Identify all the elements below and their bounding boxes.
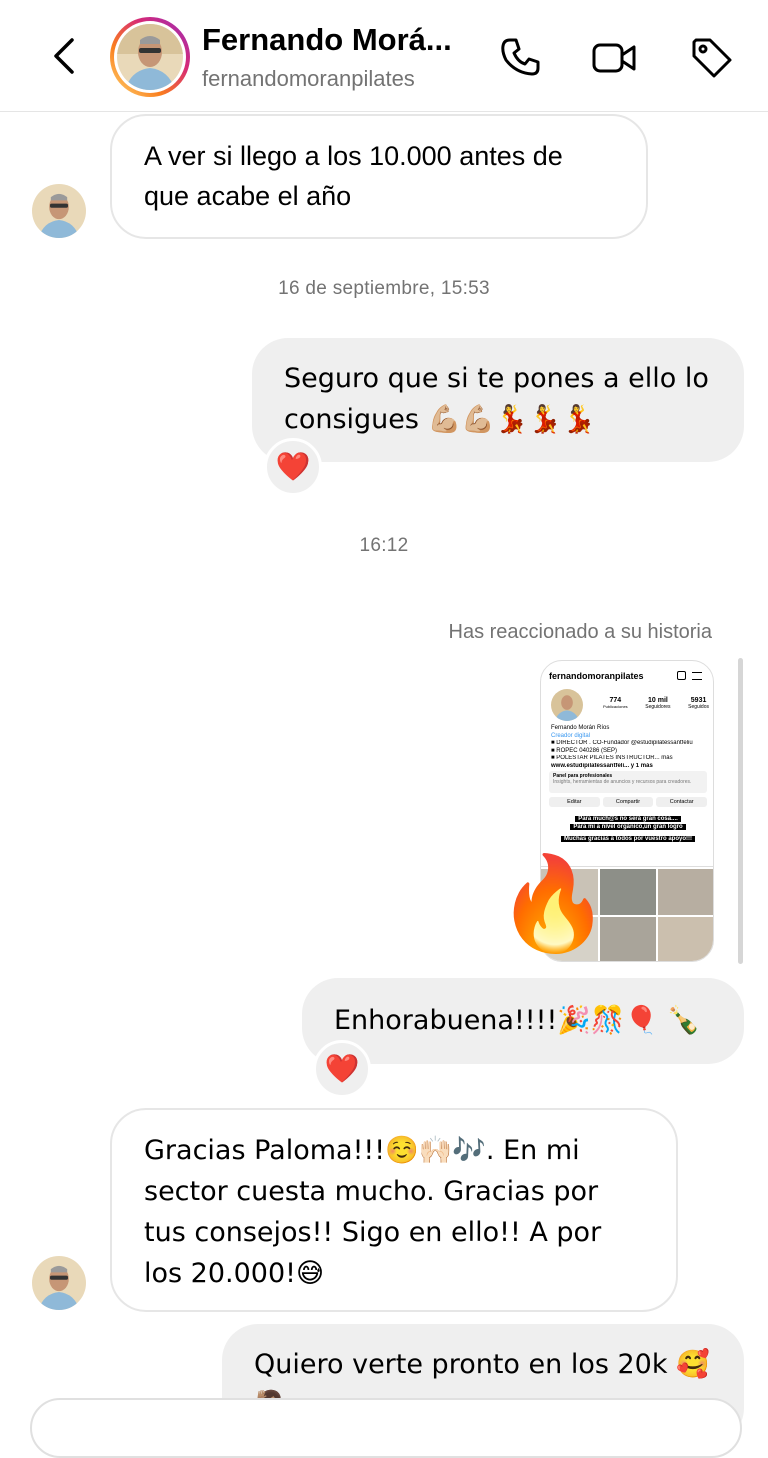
incoming-message[interactable]: A ver si llego a los 10.000 antes de que… [110, 114, 648, 239]
heart-reaction[interactable]: ❤️ [313, 1040, 371, 1098]
story-bio-line: ■ POLESTAR PILATES INSTRUCTOR... más [551, 755, 673, 761]
stat-following-label: Seguidos [688, 704, 709, 710]
edit-profile-button: Editar [549, 797, 600, 807]
fire-reaction: 🔥 [496, 853, 611, 955]
stat-following: 5931 [690, 697, 707, 704]
stat-posts: 774 [609, 697, 622, 704]
contact-button: Contactar [656, 797, 708, 807]
story-bio-line: ■ ROPEC 040286 (SEP) [551, 747, 617, 754]
chat-header: Fernando Morá... fernandomoranpilates [0, 0, 768, 112]
caption-line: Muchas gracias a todos por vuestro apoyo… [560, 836, 696, 842]
story-username: fernandomoranpilates [549, 671, 644, 681]
sender-avatar[interactable] [32, 1256, 86, 1310]
contact-name[interactable]: Fernando Morá... [202, 22, 482, 58]
story-profile-pic [551, 689, 583, 721]
stat-posts-label: Publicaciones [603, 704, 628, 709]
tag-icon[interactable] [688, 34, 736, 82]
story-category: Creador digital [551, 732, 591, 739]
stat-followers: 10 mil [647, 697, 668, 704]
contact-avatar[interactable] [110, 17, 190, 97]
back-arrow-icon[interactable] [44, 34, 84, 78]
phone-icon[interactable] [496, 34, 544, 82]
post-thumbnail [658, 869, 713, 915]
outgoing-message[interactable]: Enhorabuena!!!!🎉🎊🎈 🍾 [302, 978, 744, 1064]
video-call-icon[interactable] [590, 34, 638, 82]
message-input[interactable] [30, 1398, 742, 1458]
story-caption: Para much@s no será gran cosa.... Para m… [541, 815, 713, 843]
outgoing-message[interactable]: Seguro que si te pones a ello lo consigu… [252, 338, 744, 462]
timestamp: 16:12 [359, 535, 409, 556]
contact-handle[interactable]: fernandomoranpilates [202, 66, 415, 92]
heart-reaction[interactable]: ❤️ [264, 438, 322, 496]
scrollbar[interactable] [738, 658, 743, 964]
pro-dashboard-panel: Panel para profesionales Insights, herra… [549, 771, 707, 793]
caption-line: Para mi a nivel orgánico,un gran logro [570, 824, 686, 830]
stat-followers-label: Seguidores [645, 704, 671, 710]
sender-avatar[interactable] [32, 184, 86, 238]
story-full-name: Fernando Morán Ríos [551, 725, 610, 731]
caption-line: Para much@s no será gran cosa.... [575, 816, 681, 822]
story-reaction-note: Has reaccionado a su historia [448, 621, 712, 643]
story-link: www.estudipilatessantfeli... y 1 más [551, 762, 653, 769]
incoming-message[interactable]: Gracias Paloma!!!☺️🙌🏻🎶. En mi sector cue… [110, 1108, 678, 1312]
add-icon [677, 671, 686, 680]
share-profile-button: Compartir [602, 797, 654, 807]
post-thumbnail [658, 917, 713, 961]
timestamp: 16 de septiembre, 15:53 [278, 278, 490, 299]
panel-subtitle: Insights, herramientas de anuncios y rec… [553, 779, 692, 785]
story-bio-line: ■ DIRECTOR . CO-Fundador @estudipilatess… [551, 740, 693, 746]
menu-icon [692, 672, 702, 680]
